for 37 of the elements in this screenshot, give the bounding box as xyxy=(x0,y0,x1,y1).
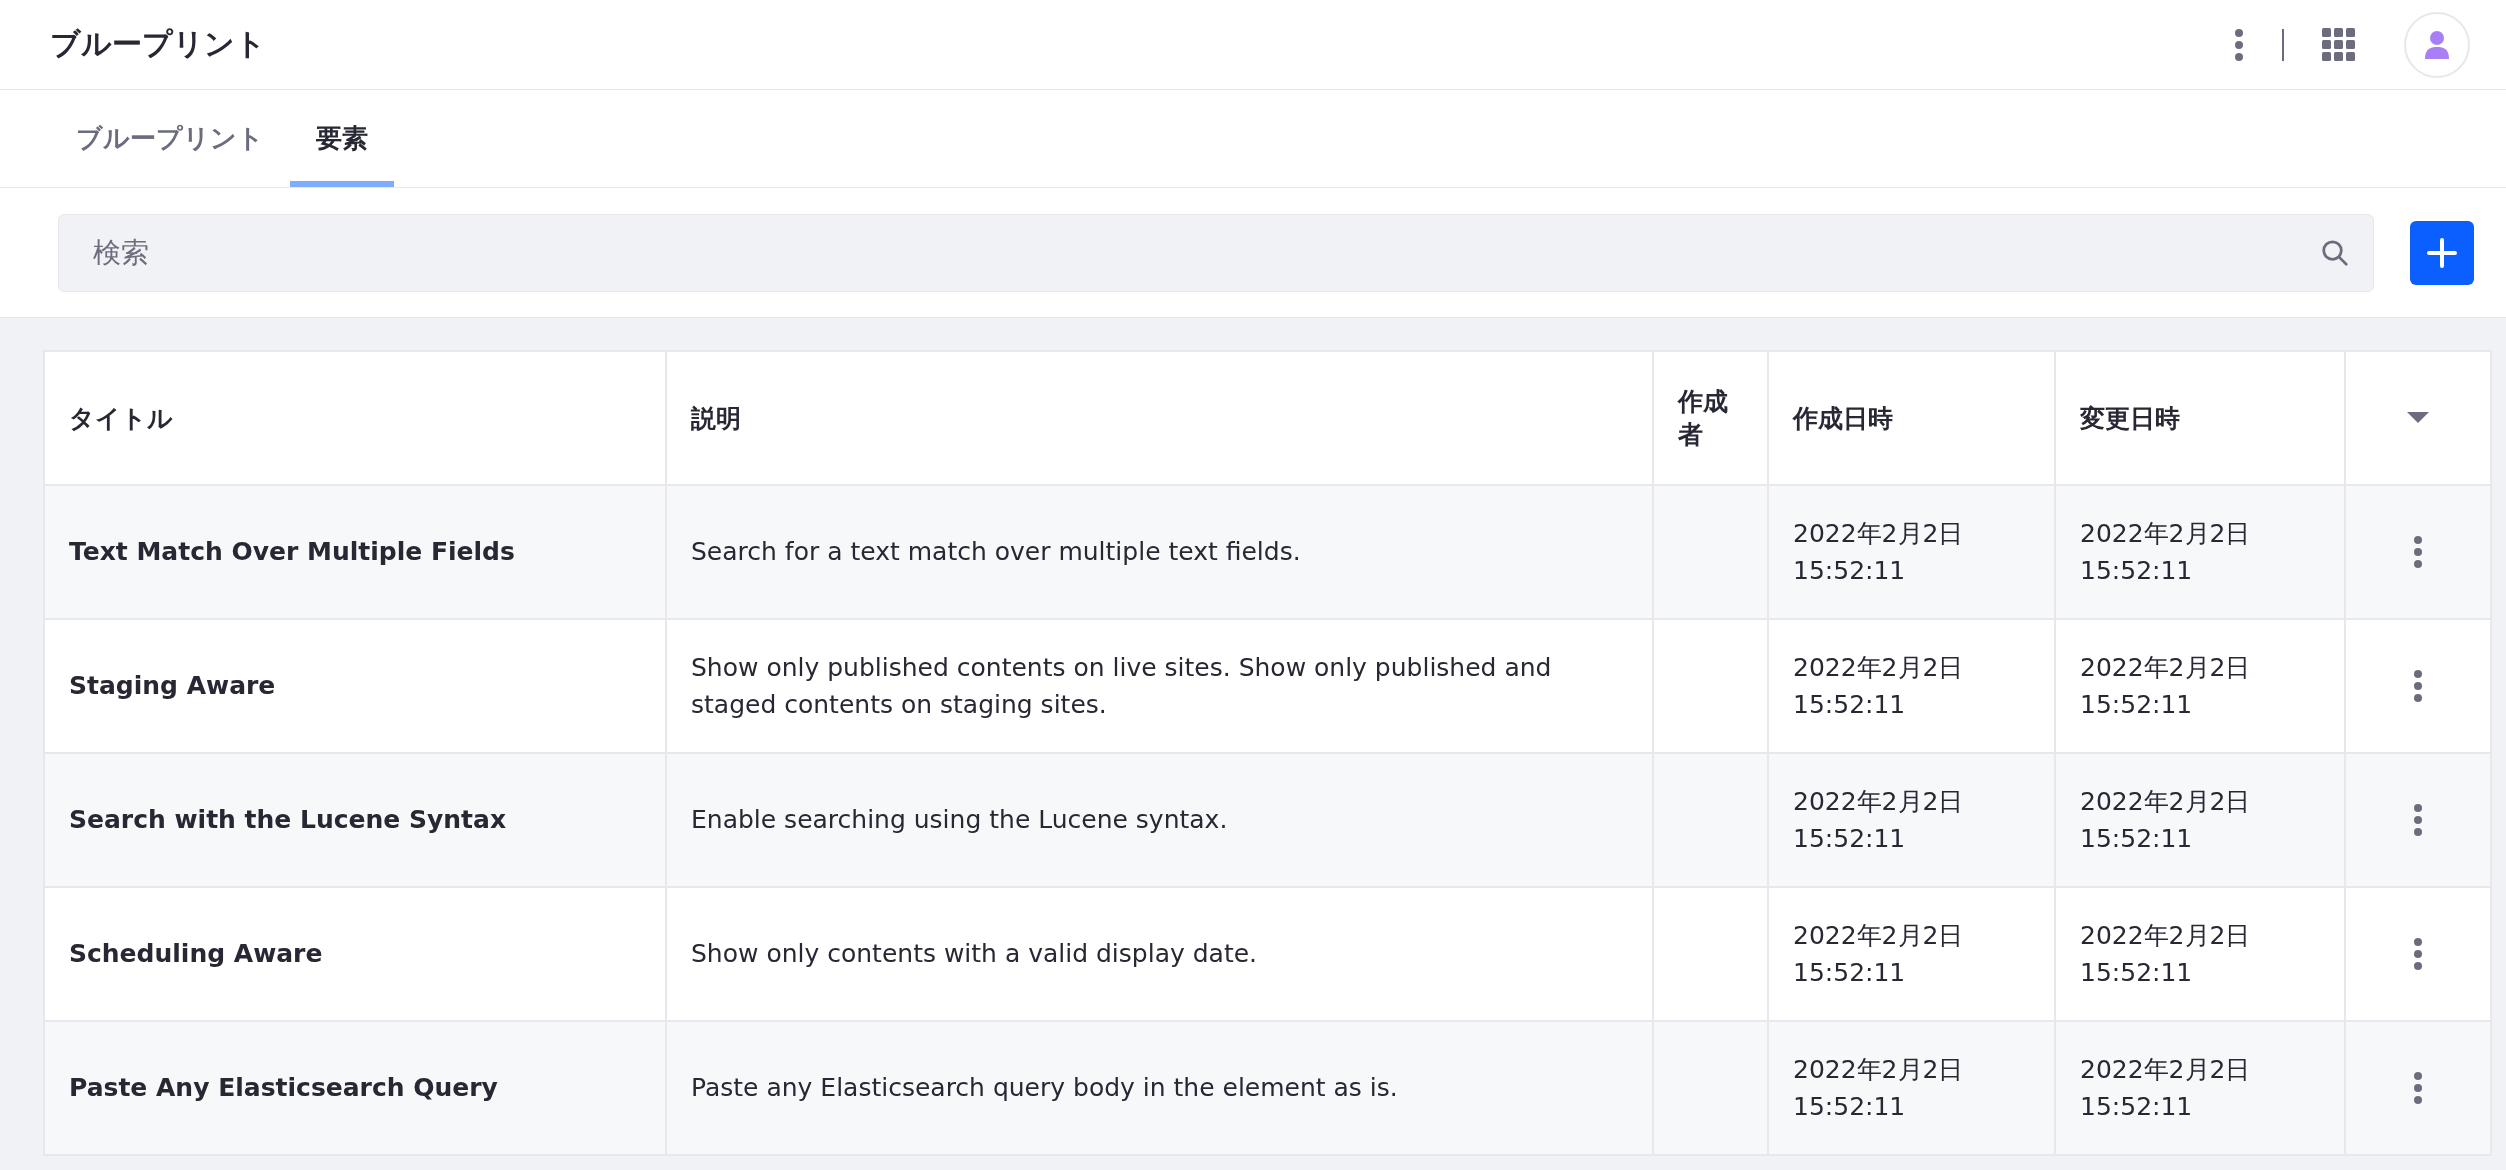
title-text: Text Match Over Multiple Fields xyxy=(69,536,516,569)
column-header: 説明 xyxy=(666,351,1653,485)
title-text: Staging Aware xyxy=(69,670,277,703)
modified-date-text: 2022年2月2日 15:52:11 xyxy=(2080,919,2252,989)
description-text: Show only published contents on live sites. Show only published and staged contents on staging sites. xyxy=(691,651,1553,721)
tab[interactable]: ブループリント xyxy=(50,90,290,187)
kebab-icon xyxy=(2234,27,2244,62)
modified-date-text: 2022年2月2日 15:52:11 xyxy=(2080,785,2252,855)
grid-icon xyxy=(2322,27,2356,62)
kebab-icon xyxy=(2413,937,2423,971)
created-date-text: 2022年2月2日 15:52:11 xyxy=(1793,517,1965,587)
description-text: Show only contents with a valid display date. xyxy=(691,938,1259,971)
description-text: Enable searching using the Lucene syntax. xyxy=(691,804,1229,837)
column-header: タイトル xyxy=(44,351,666,485)
kebab-icon xyxy=(2413,803,2423,837)
kebab-icon xyxy=(2413,1071,2423,1105)
person-icon xyxy=(2424,29,2450,60)
description-text: Search for a text match over multiple text fields. xyxy=(691,536,1302,569)
page-title: ブループリント xyxy=(50,25,267,63)
description-text: Paste any Elasticsearch query body in the element as is. xyxy=(691,1072,1399,1105)
title-text: Scheduling Aware xyxy=(69,938,324,971)
created-date-text: 2022年2月2日 15:52:11 xyxy=(1793,785,1965,855)
caret-down-icon xyxy=(2407,412,2429,424)
search-icon xyxy=(2320,237,2350,268)
modified-date-text: 2022年2月2日 15:52:11 xyxy=(2080,517,2252,587)
add-button[interactable] xyxy=(2410,220,2474,285)
created-date-text: 2022年2月2日 15:52:11 xyxy=(1793,1053,1965,1123)
created-date-text: 2022年2月2日 15:52:11 xyxy=(1793,919,1965,989)
modified-date-text: 2022年2月2日 15:52:11 xyxy=(2080,1053,2252,1123)
title-text: Search with the Lucene Syntax xyxy=(69,804,507,837)
kebab-icon xyxy=(2413,535,2423,569)
kebab-icon xyxy=(2413,669,2423,703)
created-date-text: 2022年2月2日 15:52:11 xyxy=(1793,651,1965,721)
title-text: Paste Any Elasticsearch Query xyxy=(69,1072,499,1105)
search-field[interactable]: 検索 xyxy=(58,213,2374,292)
modified-date-text: 2022年2月2日 15:52:11 xyxy=(2080,651,2252,721)
plus-icon xyxy=(2426,236,2458,269)
